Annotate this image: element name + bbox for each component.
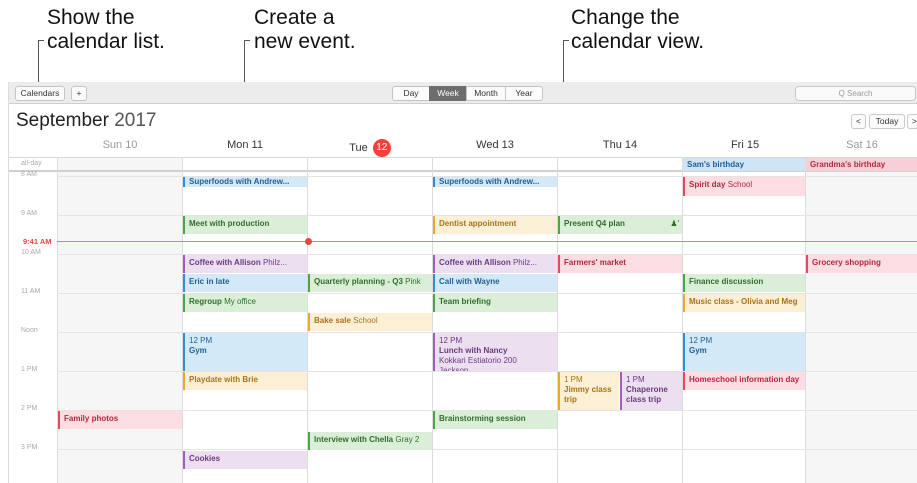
column-divider [57, 157, 58, 483]
event[interactable]: Cookies [183, 451, 307, 469]
all-day-event[interactable]: Sam's birthday [683, 158, 805, 171]
day-header-mon[interactable]: Mon 11 [183, 139, 307, 151]
view-week-button[interactable]: Week [429, 86, 467, 101]
today-badge: 12 [372, 139, 391, 157]
hour-line [57, 449, 917, 450]
day-header-sat[interactable]: Sat 16 [806, 139, 917, 151]
calendars-button[interactable]: Calendars [15, 86, 65, 101]
add-event-button[interactable]: + [71, 86, 87, 101]
time-label: 8 AM [21, 171, 37, 178]
event[interactable]: Music class - Olivia and Meg [683, 294, 805, 312]
weekend-column [58, 157, 182, 483]
callout-new-event: Create a new event. [254, 6, 356, 53]
previous-week-button[interactable]: < [851, 114, 866, 129]
callout-calendar-list: Show the calendar list. [47, 6, 165, 53]
current-time-dot [305, 238, 312, 245]
toolbar: Calendars + Day Week Month Year Q Search [9, 82, 917, 104]
event[interactable]: 1 PM Jimmy class trip [558, 372, 619, 410]
event[interactable]: Regroup My office [183, 294, 307, 312]
day-header-thu[interactable]: Thu 14 [558, 139, 682, 151]
event[interactable]: Finance discussion [683, 274, 805, 292]
event[interactable]: Coffee with Allison Philz... [183, 255, 307, 273]
calendar-window: Calendars + Day Week Month Year Q Search… [8, 82, 917, 483]
event[interactable]: Brainstorming session [433, 411, 557, 429]
time-label: 10 AM [21, 249, 41, 256]
column-divider [182, 157, 183, 483]
callout-line [563, 40, 569, 41]
event[interactable]: Farmers' market [558, 255, 682, 273]
time-label: 1 PM [21, 366, 38, 373]
event[interactable]: Interview with Chella Gray 2 [308, 432, 432, 450]
event[interactable]: Meet with production [183, 216, 307, 234]
event[interactable]: 12 PM Lunch with Nancy Kokkari Estiatorio … [433, 333, 557, 371]
invitees-icon: ♟′ [670, 219, 679, 228]
view-year-button[interactable]: Year [505, 86, 543, 101]
next-week-button[interactable]: > [907, 114, 917, 129]
view-day-button[interactable]: Day [392, 86, 430, 101]
event[interactable]: Superfoods with Andrew... [433, 177, 557, 187]
callout-line [38, 40, 44, 41]
event[interactable]: 12 PM Gym [683, 333, 805, 371]
view-month-button[interactable]: Month [466, 86, 506, 101]
event[interactable]: Family photos [58, 411, 182, 429]
column-divider [557, 157, 558, 483]
time-label: all-day [21, 160, 42, 167]
day-header-tue[interactable]: Tue 12 [308, 139, 432, 157]
current-time-line [57, 241, 917, 242]
time-label: 3 PM [21, 444, 38, 451]
column-divider [682, 157, 683, 483]
event[interactable]: Dentist appointment [433, 216, 557, 234]
weekend-column [806, 157, 917, 483]
event[interactable]: Call with Wayne [433, 274, 557, 292]
callout-line [244, 40, 250, 41]
column-divider [432, 157, 433, 483]
search-input[interactable]: Q Search [795, 86, 916, 101]
event[interactable]: Bake sale School [308, 313, 432, 331]
callout-change-view: Change the calendar view. [571, 6, 705, 53]
page-title: September 2017 [16, 110, 157, 131]
event[interactable]: Grocery shopping [806, 255, 917, 273]
time-label: 2 PM [21, 405, 38, 412]
view-switcher: Day Week Month Year [392, 86, 543, 101]
event[interactable]: 12 PM Gym [183, 333, 307, 371]
time-label: Noon [21, 327, 38, 334]
day-header-sun[interactable]: Sun 10 [58, 139, 182, 151]
time-label: 9 AM [21, 210, 37, 217]
time-label: 11 AM [21, 288, 41, 295]
event[interactable]: Spirit day School [683, 177, 805, 196]
event[interactable]: Eric in late [183, 274, 307, 292]
event[interactable]: Quarterly planning - Q3 Pink [308, 274, 432, 292]
event[interactable]: Superfoods with Andrew... [183, 177, 307, 187]
event[interactable]: Homeschool information day [683, 372, 805, 390]
column-divider [805, 157, 806, 483]
day-header-wed[interactable]: Wed 13 [433, 139, 557, 151]
current-time-label: 9:41 AM [23, 237, 52, 246]
event[interactable]: Team briefing [433, 294, 557, 312]
event[interactable]: 1 PM Chaperone class trip [620, 372, 682, 410]
event[interactable]: Playdate with Brie [183, 372, 307, 390]
day-header-fri[interactable]: Fri 15 [683, 139, 807, 151]
event[interactable]: Coffee with Allison Philz... [433, 255, 557, 273]
event[interactable]: Present Q4 plan ♟′ [558, 216, 682, 234]
today-button[interactable]: Today [869, 114, 905, 129]
all-day-event[interactable]: Grandma's birthday [806, 158, 917, 171]
